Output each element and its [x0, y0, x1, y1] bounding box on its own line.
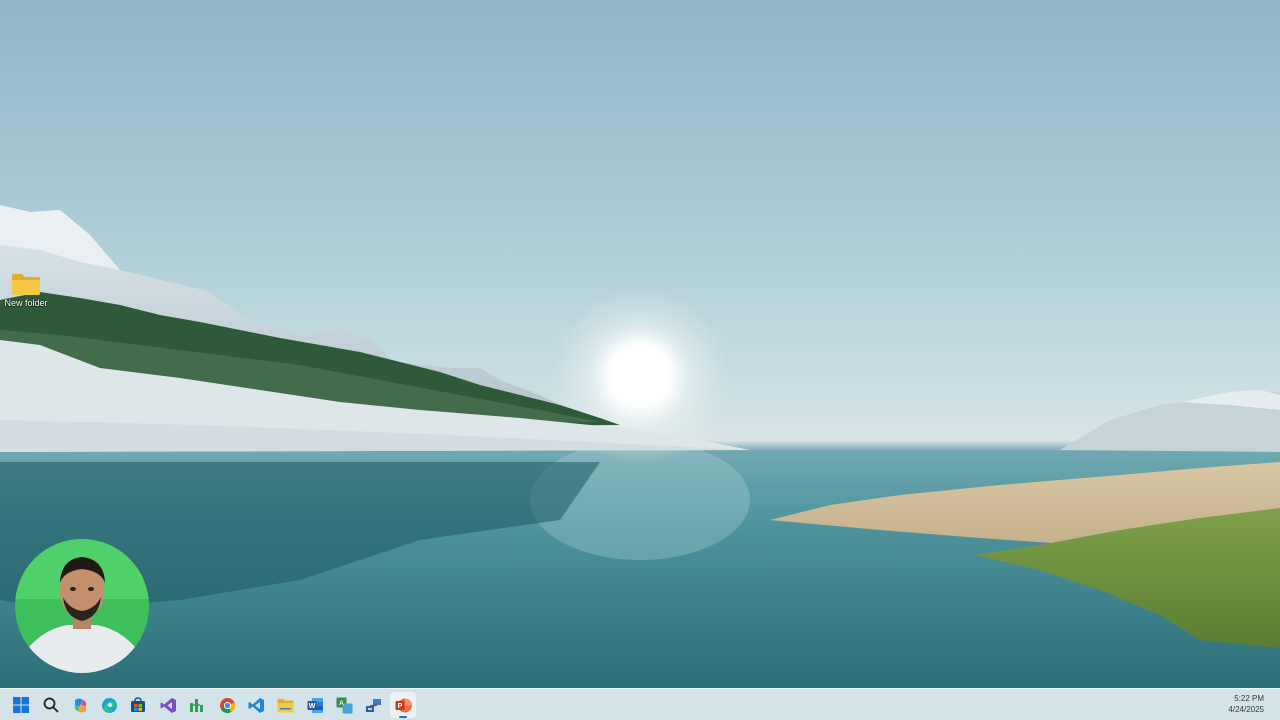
file-explorer-icon: [277, 698, 293, 712]
system-clock[interactable]: 5:22 PM 4/24/2025: [1228, 693, 1264, 715]
clock-date: 4/24/2025: [1228, 705, 1264, 714]
translator-button[interactable]: A: [331, 692, 357, 718]
windows-logo-icon: [13, 697, 29, 713]
vscode-icon: [248, 697, 264, 713]
desktop[interactable]: New folder: [0, 0, 1280, 688]
start-button[interactable]: [8, 692, 34, 718]
desktop-icon-label: New folder: [4, 298, 48, 308]
svg-text:A: A: [339, 700, 344, 707]
copilot-icon: [74, 698, 86, 712]
word-icon: W: [307, 697, 323, 713]
powerpoint-button[interactable]: P: [390, 692, 416, 718]
visual-studio-icon: [160, 697, 176, 713]
translator-icon: A: [336, 697, 352, 713]
svg-text:W: W: [308, 703, 315, 710]
taskbar: W A P 5:22 PM 4/24/2025: [0, 688, 1280, 720]
svg-text:P: P: [397, 703, 402, 710]
vscode-button[interactable]: [243, 692, 269, 718]
file-explorer-button[interactable]: [272, 692, 298, 718]
store-icon: [131, 697, 145, 712]
word-button[interactable]: W: [302, 692, 328, 718]
powerpoint-icon: P: [395, 698, 412, 712]
search-icon: [43, 697, 59, 713]
edge-icon: [101, 697, 117, 713]
store-button[interactable]: [125, 692, 151, 718]
webcam-overlay: [15, 539, 149, 673]
desktop-icon-new-folder[interactable]: New folder: [2, 272, 50, 308]
visual-studio-button[interactable]: [155, 692, 181, 718]
network-tool-icon: [365, 698, 381, 712]
folder-icon: [12, 274, 40, 295]
search-button[interactable]: [38, 692, 64, 718]
chrome-icon: [219, 697, 235, 713]
chart-app-icon: [190, 699, 203, 712]
chart-app-button[interactable]: [184, 692, 210, 718]
network-tool-button[interactable]: [360, 692, 386, 718]
copilot-button[interactable]: [67, 692, 93, 718]
wallpaper: [0, 205, 1280, 688]
chrome-button[interactable]: [214, 692, 240, 718]
edge-button[interactable]: [96, 692, 122, 718]
webcam-person-image: [15, 539, 149, 673]
clock-time: 5:22 PM: [1234, 694, 1264, 703]
